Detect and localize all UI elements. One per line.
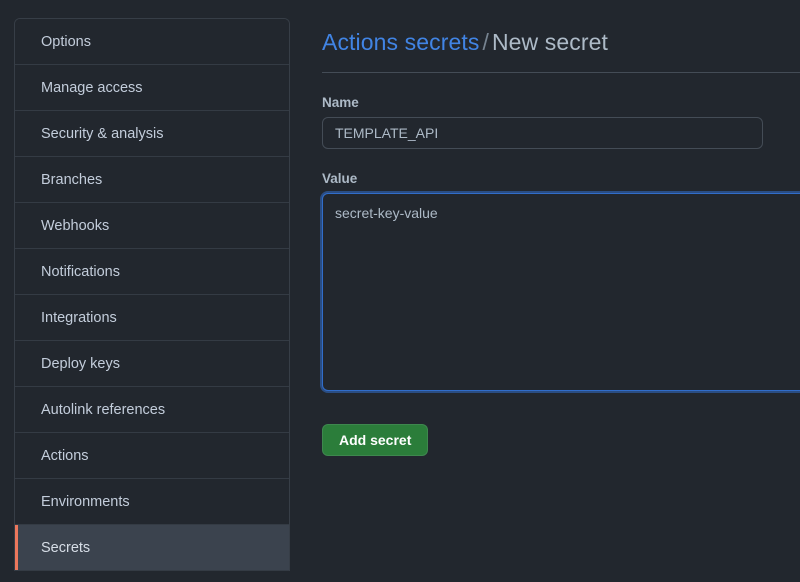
sidebar-item-manage-access[interactable]: Manage access — [15, 65, 289, 111]
sidebar-item-autolink-references[interactable]: Autolink references — [15, 387, 289, 433]
sidebar-item-label: Actions — [41, 448, 89, 464]
sidebar-item-integrations[interactable]: Integrations — [15, 295, 289, 341]
settings-sidebar: Options Manage access Security & analysis B… — [14, 18, 290, 571]
sidebar-item-branches[interactable]: Branches — [15, 157, 289, 203]
sidebar-item-label: Deploy keys — [41, 356, 120, 372]
sidebar-item-label: Environments — [41, 494, 130, 510]
breadcrumb-link-actions-secrets[interactable]: Actions secrets — [322, 29, 479, 55]
sidebar-item-options[interactable]: Options — [15, 19, 289, 65]
breadcrumb-current-new-secret: New secret — [491, 29, 608, 55]
sidebar-item-security-analysis[interactable]: Security & analysis — [15, 111, 289, 157]
main-content: Actions secrets/New secret Name Value Ad… — [322, 0, 800, 582]
sidebar-item-deploy-keys[interactable]: Deploy keys — [15, 341, 289, 387]
page-title: Actions secrets / New secret — [322, 26, 800, 58]
sidebar-item-label: Manage access — [41, 80, 143, 96]
title-divider — [322, 72, 800, 73]
value-field-label: Value — [322, 171, 358, 186]
sidebar-item-label: Integrations — [41, 310, 117, 326]
sidebar-item-actions[interactable]: Actions — [15, 433, 289, 479]
sidebar-item-webhooks[interactable]: Webhooks — [15, 203, 289, 249]
sidebar-item-label: Secrets — [41, 540, 91, 556]
secret-value-textarea[interactable] — [322, 193, 800, 391]
secret-name-input[interactable] — [322, 117, 763, 149]
add-secret-button[interactable]: Add secret — [322, 424, 429, 456]
sidebar-item-notifications[interactable]: Notifications — [15, 249, 289, 295]
sidebar-item-label: Notifications — [41, 264, 120, 280]
breadcrumb-separator: / — [482, 29, 489, 55]
sidebar-item-label: Security & analysis — [41, 126, 164, 142]
sidebar-item-label: Branches — [41, 172, 103, 188]
sidebar-item-secrets[interactable]: Secrets — [15, 525, 289, 571]
sidebar-item-environments[interactable]: Environments — [15, 479, 289, 525]
sidebar-item-label: Webhooks — [41, 218, 110, 234]
sidebar-item-label: Options — [41, 34, 91, 50]
sidebar-item-label: Autolink references — [41, 402, 166, 418]
name-field-label: Name — [322, 95, 359, 110]
